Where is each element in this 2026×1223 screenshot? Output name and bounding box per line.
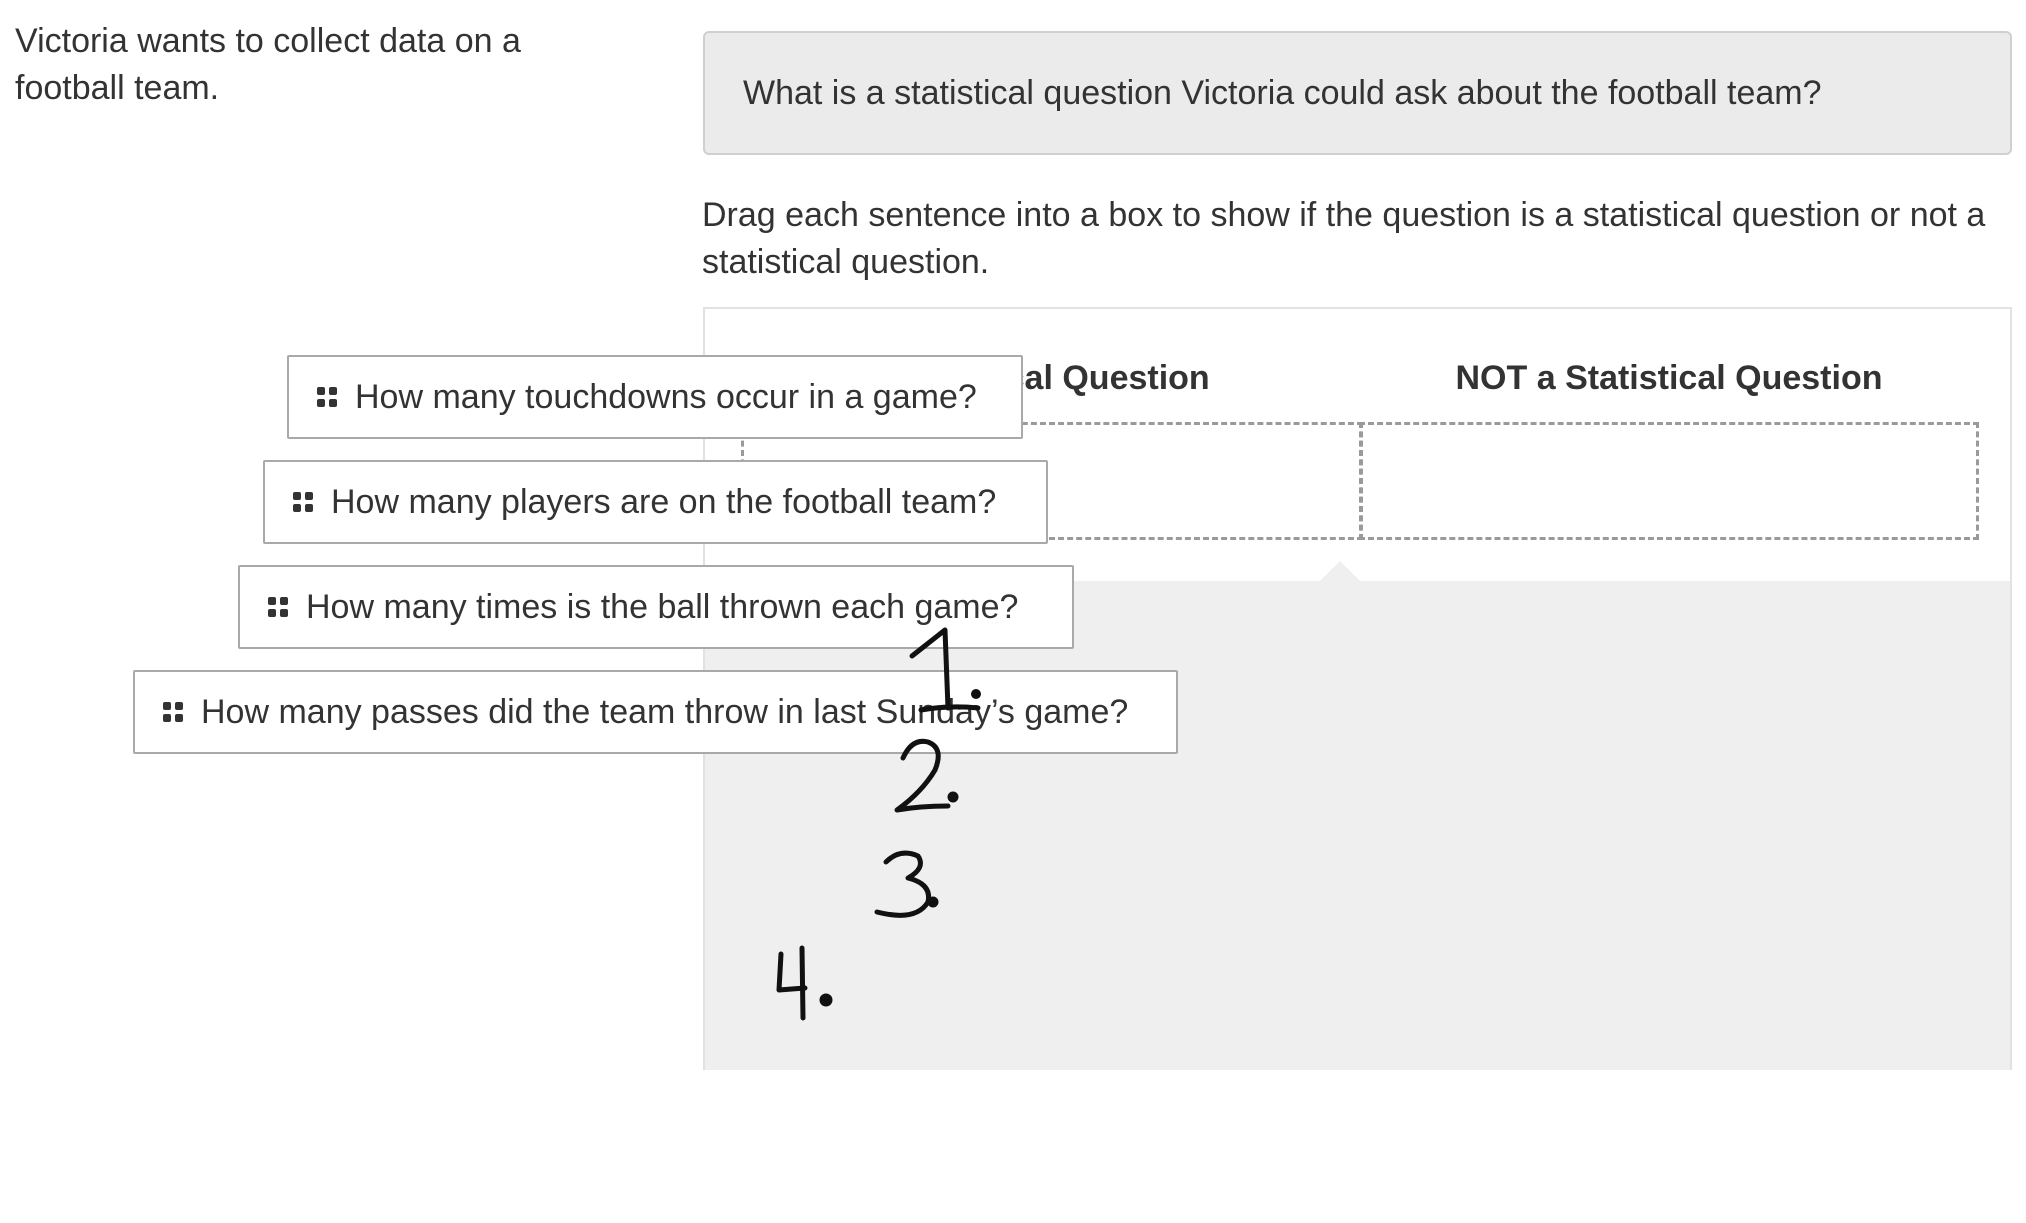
draggable-card-touchdowns[interactable]: How many touchdowns occur in a game? xyxy=(287,355,1023,439)
card-label: How many touchdowns occur in a game? xyxy=(355,377,977,416)
draggable-card-ball-thrown[interactable]: How many times is the ball thrown each g… xyxy=(238,565,1074,649)
pool-pointer-arrow xyxy=(1320,561,1360,581)
question-prompt-box: What is a statistical question Victoria … xyxy=(703,31,2012,155)
column-header-not-statistical: NOT a Statistical Question xyxy=(1455,359,1883,397)
card-label: How many times is the ball thrown each g… xyxy=(306,587,1019,626)
draggable-card-passes[interactable]: How many passes did the team throw in la… xyxy=(133,670,1178,754)
context-text: Victoria wants to collect data on a foot… xyxy=(15,22,521,107)
card-pool xyxy=(705,561,2010,1070)
card-label: How many passes did the team throw in la… xyxy=(201,692,1129,731)
grip-dots-icon xyxy=(317,387,337,407)
grip-dots-icon xyxy=(163,702,183,722)
instructions-text: Drag each sentence into a box to show if… xyxy=(702,196,1986,281)
draggable-card-players[interactable]: How many players are on the football tea… xyxy=(263,460,1048,544)
card-label: How many players are on the football tea… xyxy=(331,482,997,521)
grip-dots-icon xyxy=(268,597,288,617)
question-prompt-text: What is a statistical question Victoria … xyxy=(743,73,1822,112)
grip-dots-icon xyxy=(293,492,313,512)
drop-zone-not-statistical[interactable] xyxy=(1359,422,1979,540)
